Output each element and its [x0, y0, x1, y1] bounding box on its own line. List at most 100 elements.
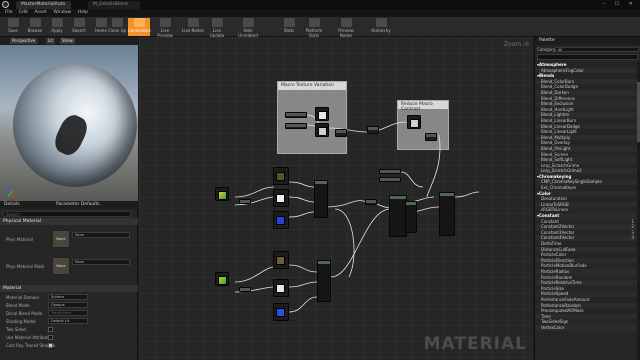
- apply-icon: [51, 18, 63, 27]
- material-domain-label: Material Domain: [6, 295, 40, 300]
- palette-item-label: Blend_ColorDodge: [541, 84, 578, 90]
- texture-sample-node[interactable]: [273, 251, 289, 269]
- material-layer-node[interactable]: [405, 201, 417, 233]
- preview-viewport[interactable]: [0, 45, 138, 201]
- menu-edit[interactable]: Edit: [19, 10, 28, 15]
- add-node[interactable]: [367, 126, 379, 134]
- phys-material-mask-combo[interactable]: None: [72, 259, 130, 265]
- material-output-node[interactable]: [439, 192, 455, 236]
- material-domain-combo[interactable]: Surface: [48, 294, 88, 300]
- palette-item-label: ParticleRadius: [541, 268, 570, 274]
- menu-help[interactable]: Help: [78, 10, 88, 15]
- vector-param-node[interactable]: [215, 272, 229, 286]
- param-node[interactable]: [379, 177, 401, 182]
- tab-details[interactable]: Details: [4, 202, 20, 207]
- search-icon: [73, 18, 85, 27]
- palette-item-label: DeltaTime: [541, 241, 562, 246]
- tab-master-material[interactable]: MasterMaterialAuto: [16, 1, 71, 9]
- palette-search-input[interactable]: [537, 54, 638, 60]
- platform-stats-button[interactable]: Platform Stats: [300, 18, 328, 38]
- phys-material-mask-slot[interactable]: None: [52, 257, 70, 275]
- tab-parameter-defaults[interactable]: Parameter Defaults: [56, 202, 100, 207]
- menu-file[interactable]: File: [5, 10, 13, 15]
- palette-item[interactable]: VertexColor: [535, 324, 637, 331]
- palette-list[interactable]: ▾Atmosphere AtmosphericFogColor ▾Blends Ble…: [535, 62, 637, 360]
- clean-up-button[interactable]: Clean Up: [106, 18, 128, 36]
- palette-item-label: ParticleRandom: [541, 274, 573, 280]
- texture-sample-node[interactable]: [315, 123, 329, 137]
- texture-sample-node[interactable]: [407, 115, 421, 129]
- palette-item-label: DistanceCullFade: [541, 246, 576, 252]
- decal-blend-mode-combo[interactable]: Translucent: [48, 310, 88, 316]
- live-preview-button[interactable]: Live Preview: [154, 18, 176, 38]
- texture-preview: [276, 216, 285, 225]
- blend-mode-combo[interactable]: Opaque: [48, 302, 88, 308]
- texture-sample-node[interactable]: [273, 303, 289, 321]
- texture-sample-node[interactable]: [273, 189, 289, 207]
- section-physical-material[interactable]: Physical Material: [0, 218, 138, 225]
- perspective-button[interactable]: Perspective: [10, 38, 38, 44]
- multiply-node[interactable]: [335, 129, 347, 137]
- use-material-attributes-checkbox[interactable]: [48, 335, 53, 340]
- show-button[interactable]: Show: [60, 38, 75, 44]
- texcoord-node[interactable]: [285, 123, 307, 129]
- param-node[interactable]: [379, 169, 401, 174]
- palette-item-label: PerInstanceFadeAmount: [541, 296, 590, 302]
- window-controls[interactable]: – ☐ ✕: [603, 1, 637, 7]
- phys-material-combo[interactable]: None: [72, 232, 130, 238]
- hierarchy-icon: [375, 18, 387, 27]
- param-node[interactable]: [239, 287, 251, 292]
- param-node[interactable]: [239, 199, 251, 204]
- palette-item-label: PerInstanceRandom: [541, 302, 581, 308]
- cast-ray-traced-shadow-checkbox[interactable]: [48, 343, 53, 348]
- material-function-node[interactable]: [317, 260, 331, 302]
- stats-button[interactable]: Stats: [278, 18, 300, 36]
- hierarchy-button[interactable]: Hierarchy: [368, 18, 394, 36]
- material-graph[interactable]: Zoom -6 Macro Texture Variation Reduce M…: [139, 37, 533, 360]
- palette-item-label: Blend_Exclusion: [541, 101, 574, 107]
- hide-unrelated-button[interactable]: Hide Unrelated: [234, 18, 262, 38]
- two-sided-label: Two Sided: [6, 327, 26, 332]
- palette-item-label: ▾Color: [537, 190, 551, 196]
- save-button[interactable]: Save: [2, 18, 24, 36]
- palette-item-label: AtmosphericFogColor: [541, 67, 584, 73]
- details-search-input[interactable]: Search: [3, 211, 131, 217]
- texcoord-node[interactable]: [285, 112, 307, 118]
- texture-preview: [276, 194, 285, 203]
- live-nodes-button[interactable]: Live Nodes: [182, 18, 204, 36]
- live-update-button[interactable]: Live Update: [206, 18, 228, 38]
- texture-sample-node[interactable]: [273, 211, 289, 229]
- browse-button[interactable]: Browse: [24, 18, 46, 36]
- palette-item-label: Blend_LinearLight: [541, 129, 577, 135]
- vector-param-node[interactable]: [215, 187, 229, 201]
- category-combo[interactable]: All: [555, 47, 639, 52]
- palette-item-label: Ext_ChromaKeyer: [541, 185, 577, 191]
- apply-button[interactable]: Apply: [46, 18, 68, 36]
- clean-up-icon: [111, 18, 123, 27]
- palette-item-label: Constant: [541, 218, 559, 224]
- phys-material-slot[interactable]: None: [52, 230, 70, 248]
- tab-details-blend[interactable]: M_DetailsBlend: [88, 1, 140, 9]
- category-row: Category All: [535, 46, 640, 53]
- connectors-button[interactable]: Connectors: [128, 18, 151, 36]
- multiply-node[interactable]: [365, 199, 377, 205]
- texture-sample-node[interactable]: [273, 279, 289, 297]
- menu-asset[interactable]: Asset: [34, 10, 46, 15]
- lerp-node[interactable]: [425, 133, 437, 141]
- palette-item-label: ▾Chromakeying: [537, 173, 572, 179]
- material-function-node[interactable]: [314, 180, 328, 218]
- palette-item-label: ▾Constant: [537, 213, 560, 219]
- menu-window[interactable]: Window: [53, 10, 71, 15]
- palette-item-label: ParticleSize: [541, 285, 564, 291]
- search-button[interactable]: Search: [68, 18, 90, 36]
- lit-button[interactable]: Lit: [46, 38, 55, 44]
- texture-sample-node[interactable]: [315, 107, 329, 121]
- live-preview-icon: [159, 18, 171, 27]
- palette-item-label: Constant3Vector: [541, 229, 575, 235]
- palette-item-label: Lerp_ScratchGrime: [541, 162, 580, 168]
- two-sided-checkbox[interactable]: [48, 327, 53, 332]
- texture-sample-node[interactable]: [273, 167, 289, 185]
- section-material[interactable]: Material: [0, 285, 138, 292]
- preview-nodes-button[interactable]: Preview Nodes: [332, 18, 360, 38]
- shading-model-combo[interactable]: Default Lit: [48, 318, 88, 324]
